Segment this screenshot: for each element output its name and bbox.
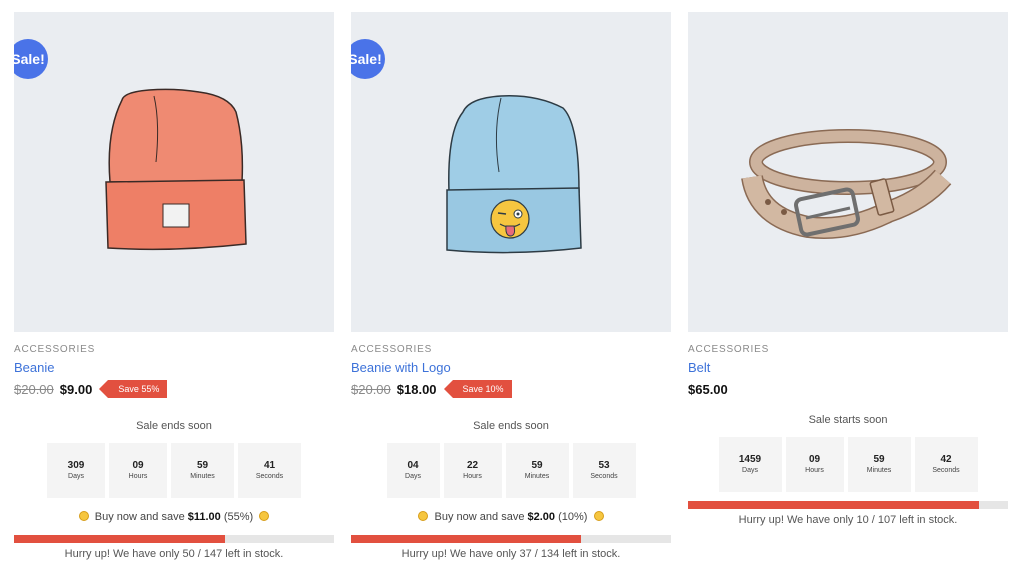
countdown-hours: 22 Hours — [443, 443, 502, 498]
stock-progress-fill — [14, 535, 226, 543]
stock-message: Hurry up! We have only 37 / 134 left in … — [401, 548, 621, 560]
sale-timer-label: Sale ends soon — [136, 420, 212, 432]
product-image-beanie[interactable]: Sale! — [14, 12, 334, 332]
product-category[interactable]: ACCESSORIES — [688, 343, 1008, 356]
stock-message: Hurry up! We have only 10 / 107 left in … — [738, 514, 958, 526]
tongue-face-icon — [78, 511, 89, 521]
savings-message: Buy now and save $11.00 (55%) — [14, 510, 334, 524]
countdown-timer: 309 Days 09 Hours 59 Minutes 41 Seconds — [14, 443, 334, 498]
tongue-face-icon — [593, 511, 604, 521]
tongue-face-icon — [418, 511, 429, 521]
countdown-seconds: 41 Seconds — [238, 443, 301, 498]
product-name-link[interactable]: Beanie — [14, 360, 334, 376]
save-percentage-tag: Save 10% — [443, 380, 512, 398]
price: $65.00 — [688, 381, 728, 397]
savings-amount: $2.00 — [527, 511, 556, 523]
price-row: $20.00 $9.00 Save 55% — [14, 380, 334, 398]
stock-progress-fill — [351, 535, 582, 543]
sale-timer-label: Sale ends soon — [473, 420, 549, 432]
stock-progress-bar — [351, 535, 671, 543]
countdown-minutes: 59 Minutes — [171, 443, 234, 498]
product-image-belt[interactable] — [688, 12, 1008, 332]
price-row: $20.00 $18.00 Save 10% — [351, 380, 671, 398]
countdown-minutes: 59 Minutes — [847, 437, 911, 492]
regular-price: $20.00 — [14, 381, 54, 397]
product-name-link[interactable]: Belt — [688, 360, 1008, 376]
sale-price: $9.00 — [59, 381, 93, 397]
countdown-timer: 04 Days 22 Hours 59 Minutes 53 Seconds — [351, 443, 671, 498]
belt-illustration — [741, 129, 952, 239]
savings-message: Buy now and save $2.00 (10%) — [351, 510, 671, 524]
sale-price: $18.00 — [396, 381, 437, 397]
save-percentage-tag: Save 55% — [99, 380, 168, 398]
countdown-days: 1459 Days — [718, 437, 782, 492]
beanie-illustration — [105, 88, 247, 251]
product-card-beanie: Sale! ACCESSORIES Beanie $20.00 $9.00 Sa… — [14, 12, 334, 561]
countdown-hours: 09 Hours — [109, 443, 167, 498]
stock-progress-bar — [688, 501, 1008, 509]
product-image-beanie-with-logo[interactable]: Sale! — [351, 12, 671, 332]
stock-message: Hurry up! We have only 50 / 147 left in … — [64, 548, 284, 560]
countdown-seconds: 42 Seconds — [914, 437, 978, 492]
product-name-link[interactable]: Beanie with Logo — [351, 360, 671, 376]
savings-amount: $11.00 — [187, 511, 221, 523]
regular-price: $20.00 — [351, 381, 391, 397]
product-card-belt: ACCESSORIES Belt $65.00 Sale starts soon… — [688, 12, 1008, 527]
stock-progress-bar — [14, 535, 334, 543]
product-grid: Sale! ACCESSORIES Beanie $20.00 $9.00 Sa… — [0, 0, 1024, 568]
countdown-minutes: 59 Minutes — [505, 443, 569, 498]
countdown-seconds: 53 Seconds — [572, 443, 636, 498]
countdown-days: 04 Days — [386, 443, 440, 498]
beanie-with-logo-illustration — [446, 95, 582, 254]
product-card-beanie-with-logo: Sale! ACCESSORIES Beanie with Logo $20.0… — [351, 12, 671, 561]
product-category[interactable]: ACCESSORIES — [14, 343, 334, 356]
countdown-days: 309 Days — [47, 443, 105, 498]
product-category[interactable]: ACCESSORIES — [351, 343, 671, 356]
countdown-timer: 1459 Days 09 Hours 59 Minutes 42 Seconds — [688, 437, 1008, 492]
tongue-face-icon — [259, 511, 270, 521]
countdown-hours: 09 Hours — [785, 437, 844, 492]
stock-progress-fill — [688, 501, 980, 509]
sale-timer-label: Sale starts soon — [808, 414, 888, 426]
price-row: $65.00 — [688, 380, 1008, 398]
